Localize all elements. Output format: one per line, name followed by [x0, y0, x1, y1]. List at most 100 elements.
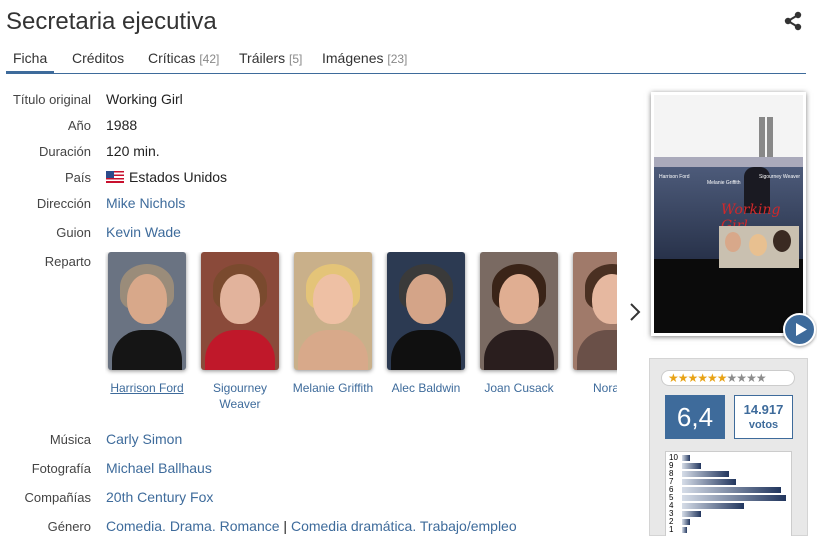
companies-label: Compañías: [24, 490, 91, 505]
cast-label: Reparto: [44, 254, 91, 269]
histogram-bar: [682, 479, 736, 485]
histogram-bar: [682, 511, 701, 517]
cast-photo[interactable]: [387, 252, 465, 370]
votes-box[interactable]: 14.917 votos: [734, 395, 793, 439]
photography-link[interactable]: Michael Ballhaus: [106, 460, 212, 476]
cast-name[interactable]: Melanie Griffith: [291, 380, 375, 396]
original-title-value: Working Girl: [106, 91, 183, 107]
genre-link[interactable]: Drama: [170, 518, 212, 534]
country-label: País: [64, 170, 91, 185]
cast-photo[interactable]: [108, 252, 186, 370]
genre-value: Comedia. Drama. Romance | Comedia dramát…: [106, 518, 517, 534]
year-value: 1988: [106, 117, 138, 133]
photography-value: Michael Ballhaus: [106, 460, 212, 476]
tab-bar: Ficha Créditos Críticas [42] Tráilers [5…: [6, 46, 806, 74]
cast-photo[interactable]: [573, 252, 617, 370]
photography-label: Fotografía: [31, 461, 91, 476]
duration-value: 120 min.: [106, 143, 160, 159]
director-value: Mike Nichols: [106, 195, 185, 211]
tab-label: Tráilers: [239, 50, 286, 66]
cast-name[interactable]: Harrison Ford: [105, 380, 189, 396]
tab-ficha[interactable]: Ficha: [6, 50, 55, 74]
share-icon[interactable]: [783, 11, 803, 31]
cast-photo[interactable]: [201, 252, 279, 370]
play-icon: [796, 323, 807, 336]
tab-trailers[interactable]: Tráilers [5]: [239, 50, 302, 74]
genre-separator: |: [283, 518, 288, 534]
original-title-label: Título original: [12, 92, 91, 107]
star-rating: ★★★★★★★★★★: [661, 370, 795, 386]
page-title: Secretaria ejecutiva: [6, 8, 217, 35]
histogram-bar: [682, 527, 687, 533]
tab-creditos[interactable]: Créditos: [72, 50, 124, 74]
music-label: Música: [49, 432, 91, 447]
poster-cast-photo: [719, 226, 799, 268]
genre-link[interactable]: Romance: [220, 518, 280, 534]
poster-actor-3: Sigourney Weaver: [759, 174, 801, 180]
rating-panel: ★★★★★★★★★★ 6,4 14.917 votos 10 9 8 7 6 5 4 3 2 1: [649, 358, 808, 536]
screenplay-value: Kevin Wade: [106, 224, 181, 240]
screenplay-label: Guion: [56, 225, 91, 240]
histogram-bar: [682, 463, 701, 469]
year-label: Año: [67, 118, 91, 133]
genre-link[interactable]: Comedia: [106, 518, 162, 534]
chevron-right-icon[interactable]: [625, 300, 645, 324]
music-link[interactable]: Carly Simon: [106, 431, 182, 447]
poster-actor-1: Harrison Ford: [659, 174, 690, 180]
cast-member[interactable]: Harrison Ford: [105, 252, 189, 396]
screenplay-link[interactable]: Kevin Wade: [106, 224, 181, 240]
genre-link[interactable]: Comedia dramática: [291, 518, 412, 534]
tab-count: [23]: [387, 52, 408, 66]
cast-name[interactable]: Nora D: [570, 380, 617, 396]
tab-criticas[interactable]: Críticas [42]: [148, 50, 219, 74]
histogram-bar: [682, 471, 729, 477]
star-icon: ★★★★: [726, 371, 767, 385]
histogram-bar: [682, 519, 690, 525]
cast-carousel: Harrison Ford Sigourney Weaver Melanie G…: [105, 252, 617, 412]
tab-label: Imágenes: [322, 50, 384, 66]
tab-imagenes[interactable]: Imágenes [23]: [322, 50, 407, 74]
genre-link[interactable]: Trabajo/empleo: [420, 518, 517, 534]
tab-label: Críticas: [148, 50, 196, 66]
play-trailer-button[interactable]: [783, 313, 816, 346]
tab-label: Créditos: [72, 50, 125, 66]
us-flag-icon: [106, 171, 124, 183]
cast-member[interactable]: Alec Baldwin: [384, 252, 468, 396]
cast-member[interactable]: Sigourney Weaver: [198, 252, 282, 412]
cast-name[interactable]: Joan Cusack: [477, 380, 561, 396]
companies-value: 20th Century Fox: [106, 489, 213, 505]
tab-label: Ficha: [13, 50, 48, 66]
tab-count: [5]: [289, 52, 303, 66]
company-link[interactable]: 20th Century Fox: [106, 489, 213, 505]
cast-member[interactable]: Joan Cusack: [477, 252, 561, 396]
cast-member[interactable]: Nora D: [570, 252, 617, 396]
cast-name[interactable]: Alec Baldwin: [384, 380, 468, 396]
histogram-label: 1: [669, 525, 674, 534]
cast-name-line2[interactable]: Weaver: [198, 396, 282, 412]
votes-count: 14.917: [743, 402, 784, 417]
movie-poster[interactable]: Harrison Ford Melanie Griffith Sigourney…: [651, 92, 806, 336]
histogram-bar: [682, 503, 744, 509]
cast-member[interactable]: Melanie Griffith: [291, 252, 375, 396]
star-icon: ★★★★★★: [668, 371, 728, 385]
duration-label: Duración: [38, 144, 91, 159]
histogram-bar: [682, 495, 786, 501]
votes-label: votos: [748, 419, 779, 431]
poster-skyline: [654, 95, 803, 167]
poster-lower: [654, 259, 803, 333]
genre-label: Género: [47, 519, 91, 534]
cast-name[interactable]: Sigourney: [198, 380, 282, 396]
music-value: Carly Simon: [106, 431, 182, 447]
country-name: Estados Unidos: [129, 169, 228, 185]
cast-photo[interactable]: [480, 252, 558, 370]
histogram-bar: [682, 455, 690, 461]
cast-photo[interactable]: [294, 252, 372, 370]
tab-count: [42]: [199, 52, 220, 66]
average-rating: 6,4: [665, 395, 725, 439]
rating-histogram: 10 9 8 7 6 5 4 3 2 1: [665, 451, 792, 536]
director-link[interactable]: Mike Nichols: [106, 195, 185, 211]
poster-actor-2: Melanie Griffith: [707, 180, 741, 186]
director-label: Dirección: [36, 196, 91, 211]
country-value: Estados Unidos: [106, 169, 227, 185]
histogram-bar: [682, 487, 781, 493]
